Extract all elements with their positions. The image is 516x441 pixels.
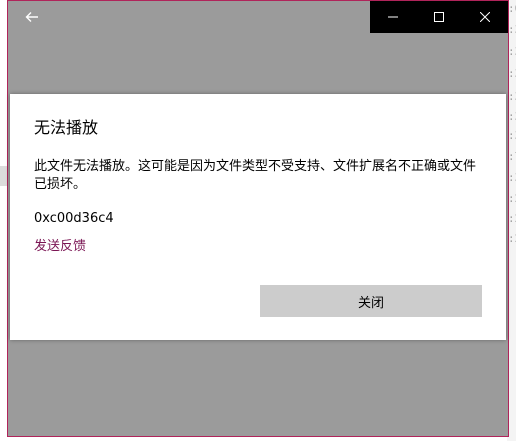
background-text-fragment: :3 [508,90,516,103]
background-text-fragment: :2 [508,232,516,245]
background-text-fragment: :3 [508,110,516,123]
back-arrow-icon [25,12,38,22]
background-text-fragment: :7 [508,150,516,163]
dialog-message: 此文件无法播放。这可能是因为文件类型不受支持、文件扩展名不正确或文件已损坏。 [34,159,477,192]
send-feedback-link[interactable]: 发送反馈 [34,235,86,254]
close-window-button[interactable] [462,1,508,33]
minimize-icon [388,16,398,18]
background-text-fragment: :3 [508,45,516,58]
error-code: 0xc00d36c4 [34,211,114,226]
error-dialog: 无法播放 此文件无法播放。这可能是因为文件类型不受支持、文件扩展名不正确或文件已… [10,94,506,340]
maximize-button[interactable] [416,1,462,33]
background-text-fragment: :2 [508,212,516,225]
background-text-fragment: :2 [508,192,516,205]
minimize-button[interactable] [370,1,416,33]
close-icon [480,12,490,22]
background-text-fragment: :3 [508,129,516,142]
background-text-fragment: :3 [508,67,516,80]
background-text-fragment: :0 [508,2,516,15]
background-text-fragment: :3 [508,171,516,184]
background-text-fragment: :3 [508,23,516,36]
close-button[interactable]: 关闭 [260,285,482,317]
maximize-icon [434,12,444,22]
back-button[interactable] [18,4,46,30]
dialog-title: 无法播放 [34,118,99,137]
window-caption-buttons [370,1,508,33]
